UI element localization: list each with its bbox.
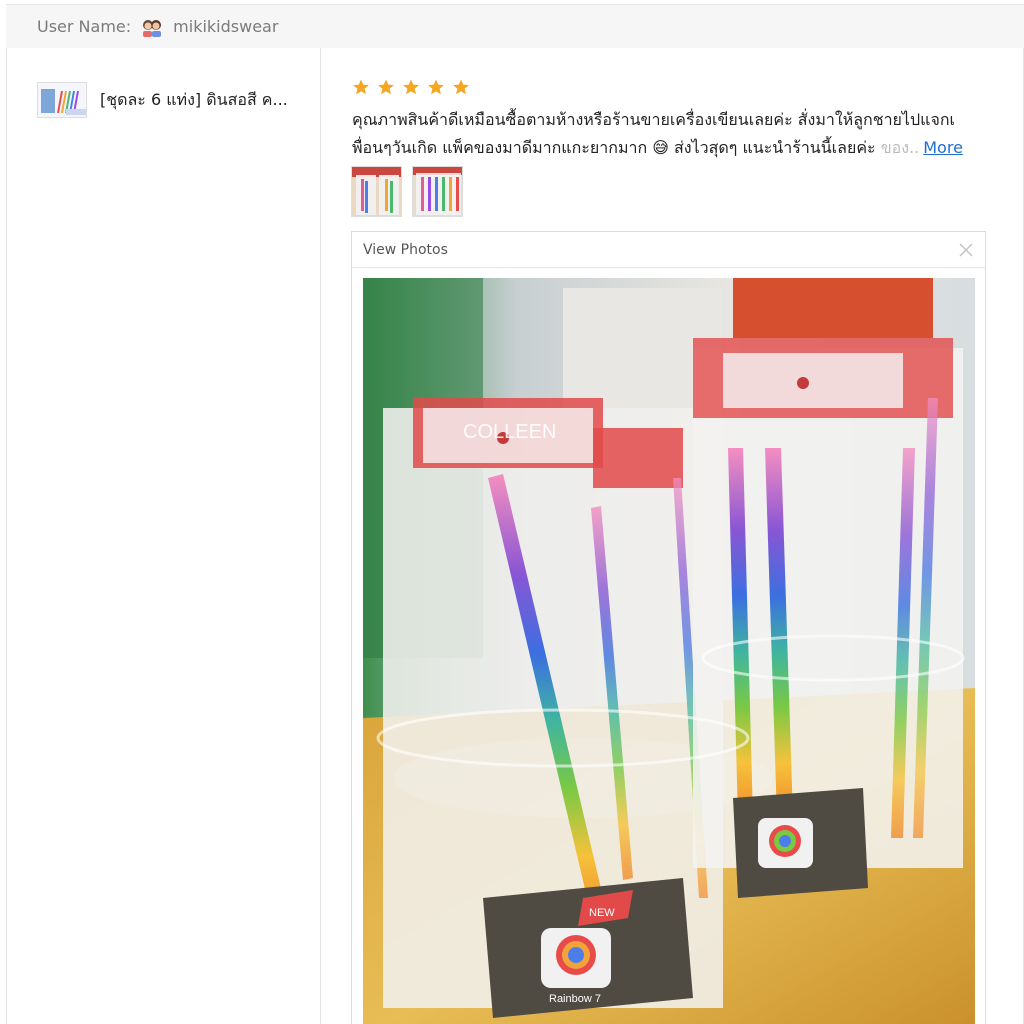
review-line-2: พื่อนๆวันเกิด แพ็คของมาดีมากแกะยากมาก 😅 …: [352, 134, 992, 162]
review-photo-large: COLLEEN Rainbow 7 NEW: [363, 278, 975, 1024]
photo-viewer: View Photos COLLEEN Rainbow 7 NEW: [351, 231, 986, 1024]
user-avatar: [141, 16, 163, 38]
review-photo-thumbnail[interactable]: [412, 166, 463, 217]
star-icon: [453, 79, 469, 95]
new-badge: NEW: [589, 907, 615, 919]
star-icon: [428, 79, 444, 95]
product-item[interactable]: [ชุดละ 6 แท่ง] ดินสอสี ค...: [37, 82, 288, 118]
user-header: User Name: mikikidswear: [6, 4, 1024, 48]
product-label: Rainbow 7: [549, 993, 601, 1005]
review-photo-thumbnails: [351, 166, 463, 217]
review-truncated-text: ของ..: [875, 138, 920, 157]
product-name[interactable]: [ชุดละ 6 แท่ง] ดินสอสี ค...: [100, 88, 288, 113]
photo-viewer-header: View Photos: [352, 232, 985, 268]
more-link[interactable]: More: [923, 138, 963, 157]
product-thumbnail[interactable]: [37, 82, 87, 118]
star-icon: [353, 79, 369, 95]
review-text: คุณภาพสินค้าดีเหมือนซื้อตามห้างหรือร้านข…: [352, 106, 992, 162]
review-photo-thumbnail[interactable]: [351, 166, 402, 217]
star-icon: [403, 79, 419, 95]
review-line-2-text: พื่อนๆวันเกิด แพ็คของมาดีมากแกะยากมาก 😅 …: [352, 138, 876, 157]
photo-viewer-title: View Photos: [363, 241, 448, 258]
rating-stars: [352, 78, 470, 96]
star-icon: [378, 79, 394, 95]
user-name-label: User Name:: [37, 17, 132, 36]
username[interactable]: mikikidswear: [173, 17, 278, 36]
review-line-1: คุณภาพสินค้าดีเหมือนซื้อตามห้างหรือร้านข…: [352, 110, 955, 129]
column-divider: [320, 48, 321, 1024]
brand-label: COLLEEN: [463, 421, 556, 443]
close-icon[interactable]: [959, 242, 973, 257]
